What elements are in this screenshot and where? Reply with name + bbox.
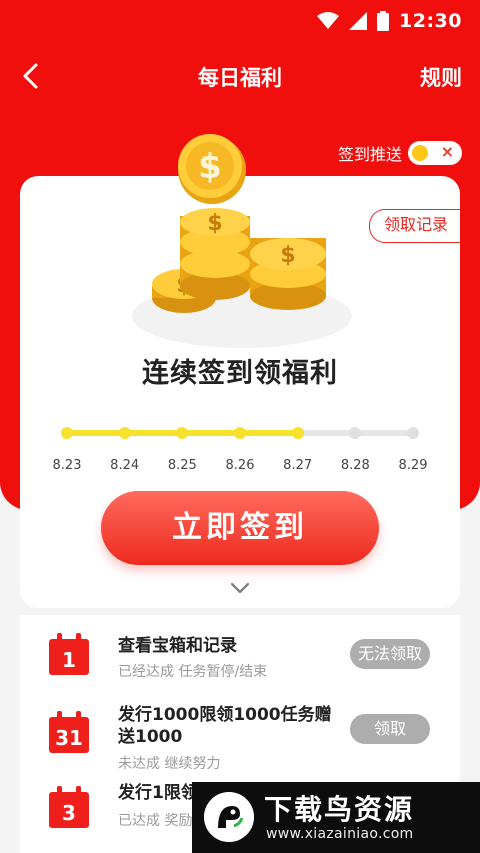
coin-stack-illustration: $ $ $ $ <box>132 134 352 348</box>
task-title: 发行1000限领1000任务赠送1000 <box>118 705 332 747</box>
task-status: 已达成 奖励 <box>118 813 193 829</box>
svg-text:$: $ <box>198 147 222 187</box>
progress-date-label: 8.29 <box>398 458 428 473</box>
progress-dot <box>349 427 362 439</box>
list-item: 31 发行1000限领1000任务赠送1000 未达成 继续努力 领取 <box>20 705 460 787</box>
bird-logo-icon <box>204 792 254 842</box>
progress-date-label: 8.24 <box>110 458 140 473</box>
signin-card: $ $ $ $ 领取记录 连续签到领福利 立即签到 <box>20 134 460 608</box>
wifi-icon <box>317 12 340 29</box>
calendar-icon: 1 <box>49 633 89 675</box>
svg-text:$: $ <box>207 211 222 236</box>
push-toggle[interactable]: × <box>408 141 462 165</box>
battery-icon <box>377 11 390 31</box>
calendar-icon: 3 <box>49 786 89 828</box>
status-bar: 12:30 <box>0 0 480 44</box>
signin-headline: 连续签到领福利 <box>142 358 338 389</box>
rules-button[interactable]: 规则 <box>420 62 462 92</box>
progress-date-label: 8.28 <box>340 458 370 473</box>
progress-dot <box>291 427 304 439</box>
signin-now-button[interactable]: 立即签到 <box>101 491 379 565</box>
nav-bar: 每日福利 规则 <box>0 50 480 104</box>
task-status: 未达成 继续努力 <box>118 756 221 772</box>
signal-icon <box>349 12 368 30</box>
toggle-knob <box>412 145 428 161</box>
list-item: 1 查看宝箱和记录 已经达成 任务暂停/结束 无法领取 <box>20 633 460 693</box>
page-title: 每日福利 <box>198 66 282 90</box>
task-action-button[interactable]: 无法领取 <box>350 639 430 669</box>
site-watermark: 下载鸟资源 www.xiazainiao.com <box>192 782 480 853</box>
push-setting: 签到推送 × <box>338 141 462 165</box>
progress-dot <box>118 427 131 439</box>
signin-progress-track <box>61 427 419 439</box>
watermark-url: www.xiazainiao.com <box>266 826 414 842</box>
chevron-down-icon[interactable] <box>230 578 250 598</box>
progress-date-label: 8.25 <box>167 458 197 473</box>
calendar-icon: 31 <box>49 711 89 753</box>
progress-date-label: 8.23 <box>52 458 82 473</box>
progress-dot <box>234 427 246 439</box>
svg-text:$: $ <box>280 243 295 268</box>
progress-dot <box>407 427 419 439</box>
toggle-off-mark: × <box>440 142 454 161</box>
task-action-button[interactable]: 领取 <box>350 714 430 744</box>
watermark-title: 下载鸟资源 <box>264 793 415 826</box>
status-time: 12:30 <box>399 10 462 32</box>
task-status: 已经达成 任务暂停/结束 <box>118 664 268 680</box>
claim-record-button[interactable]: 领取记录 <box>368 209 460 243</box>
progress-date-label: 8.27 <box>283 458 313 473</box>
progress-date-label: 8.26 <box>225 458 255 473</box>
task-title: 查看宝箱和记录 <box>118 636 237 656</box>
progress-dot <box>176 427 189 439</box>
progress-dot <box>61 427 73 439</box>
